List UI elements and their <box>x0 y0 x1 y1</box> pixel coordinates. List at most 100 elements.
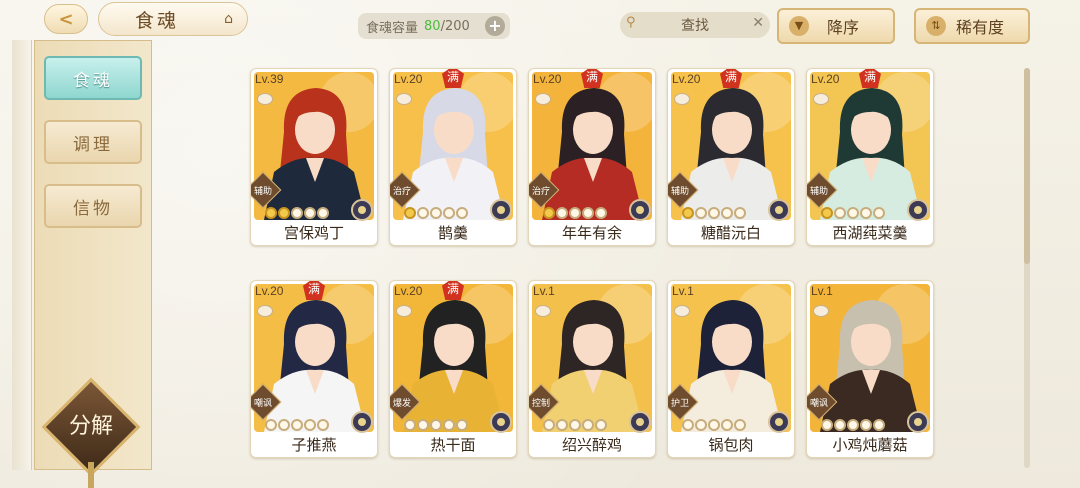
character-level: Lv.20 <box>811 72 840 86</box>
star-empty-icon <box>582 419 594 431</box>
star-filled-icon <box>278 207 290 219</box>
role-label: 治疗 <box>392 187 411 197</box>
eye-icon[interactable] <box>813 93 829 105</box>
star-empty-icon <box>873 419 885 431</box>
back-button[interactable]: < <box>44 4 88 34</box>
search-box[interactable]: ⚲ 查找 ✕ <box>620 12 770 38</box>
clear-search-icon[interactable]: ✕ <box>752 15 764 31</box>
character-card-8[interactable]: Lv.1 控制 绍兴醉鸡 <box>528 280 656 458</box>
eye-icon[interactable] <box>257 93 273 105</box>
star-empty-icon <box>873 207 885 219</box>
star-empty-icon <box>847 207 859 219</box>
home-icon[interactable]: ⌂ <box>224 11 233 27</box>
eye-icon[interactable] <box>396 93 412 105</box>
scrollbar-thumb[interactable] <box>1024 68 1030 264</box>
star-empty-icon <box>304 207 316 219</box>
sort-order-button[interactable]: ▼ 降序 <box>777 8 895 44</box>
star-rating <box>682 419 746 431</box>
sort-key-button[interactable]: ⇅ 稀有度 <box>914 8 1030 44</box>
eye-icon[interactable] <box>257 305 273 317</box>
role-label: 控制 <box>531 399 550 409</box>
expand-capacity-button[interactable]: + <box>485 16 505 36</box>
role-label: 辅助 <box>253 187 272 197</box>
character-name: 宫保鸡丁 <box>283 224 344 242</box>
eye-icon[interactable] <box>535 305 551 317</box>
tab-condition-label: 调理 <box>73 134 113 155</box>
character-card-9[interactable]: Lv.1 护卫 锅包肉 <box>667 280 795 458</box>
character-card-6[interactable]: Lv.20 满 嘲讽 子推燕 <box>250 280 378 458</box>
star-empty-icon <box>847 419 859 431</box>
sort-key-label: 稀有度 <box>956 18 1005 37</box>
star-empty-icon <box>456 419 468 431</box>
element-flower-icon <box>490 411 512 433</box>
star-rating <box>265 419 329 431</box>
character-card-1[interactable]: Lv.39 辅助 宫保鸡丁 <box>250 68 378 246</box>
scroll-rod-decoration <box>12 40 32 470</box>
eye-icon[interactable] <box>813 305 829 317</box>
back-arrow-icon: < <box>58 8 74 30</box>
decompose-label: 分解 <box>68 414 113 439</box>
character-name: 热干面 <box>430 436 476 454</box>
role-label: 辅助 <box>670 187 689 197</box>
star-empty-icon <box>304 419 316 431</box>
star-empty-icon <box>291 207 303 219</box>
tassel-decoration <box>88 462 94 488</box>
eye-icon[interactable] <box>674 93 690 105</box>
character-card-7[interactable]: Lv.20 满 爆发 热干面 <box>389 280 517 458</box>
capacity-total: /200 <box>440 18 470 34</box>
eye-icon[interactable] <box>674 305 690 317</box>
role-label: 嘲讽 <box>253 399 272 409</box>
star-rating <box>404 207 468 219</box>
character-card-2[interactable]: Lv.20 满 治疗 鹊羹 <box>389 68 517 246</box>
capacity-indicator: 食魂容量 80 /200 + <box>358 13 510 39</box>
star-empty-icon <box>317 207 329 219</box>
app-root: < 食魂 ⌂ 食魂容量 80 /200 + ⚲ 查找 ✕ ▼ 降序 ⇅ 稀有度 … <box>0 0 1080 488</box>
star-rating <box>543 419 607 431</box>
character-card-4[interactable]: Lv.20 满 辅助 糖醋沅白 <box>667 68 795 246</box>
eye-icon[interactable] <box>396 305 412 317</box>
star-empty-icon <box>556 419 568 431</box>
star-empty-icon <box>291 419 303 431</box>
star-empty-icon <box>417 207 429 219</box>
maxed-badge: 满 <box>303 281 325 300</box>
page-title-pill: 食魂 ⌂ <box>98 2 248 36</box>
element-flower-icon <box>351 411 373 433</box>
element-flower-icon <box>490 199 512 221</box>
character-name: 锅包肉 <box>708 436 754 454</box>
tab-condition[interactable]: 调理 <box>44 120 142 164</box>
search-input[interactable]: 查找 <box>681 15 709 35</box>
character-name: 西湖莼菜羹 <box>832 224 908 242</box>
character-card-5[interactable]: Lv.20 满 辅助 西湖莼菜羹 <box>806 68 934 246</box>
star-empty-icon <box>569 207 581 219</box>
star-rating <box>821 207 885 219</box>
tab-token[interactable]: 信物 <box>44 184 142 228</box>
character-card-10[interactable]: Lv.1 嘲讽 小鸡炖蘑菇 <box>806 280 934 458</box>
character-name: 绍兴醉鸡 <box>561 436 622 454</box>
star-empty-icon <box>430 419 442 431</box>
character-card-3[interactable]: Lv.20 满 治疗 年年有余 <box>528 68 656 246</box>
star-empty-icon <box>721 419 733 431</box>
star-empty-icon <box>821 419 833 431</box>
sort-toggle-icon: ⇅ <box>926 16 946 36</box>
eye-icon[interactable] <box>535 93 551 105</box>
search-icon: ⚲ <box>626 15 636 30</box>
star-empty-icon <box>695 207 707 219</box>
character-level: Lv.1 <box>811 284 833 298</box>
star-rating <box>265 207 329 219</box>
character-name: 子推燕 <box>291 436 337 454</box>
star-empty-icon <box>708 419 720 431</box>
star-empty-icon <box>556 207 568 219</box>
role-label: 嘲讽 <box>809 399 828 409</box>
star-rating <box>543 207 607 219</box>
star-empty-icon <box>443 419 455 431</box>
star-filled-icon <box>404 207 416 219</box>
role-label: 辅助 <box>809 187 828 197</box>
star-filled-icon <box>543 207 555 219</box>
element-flower-icon <box>907 411 929 433</box>
star-empty-icon <box>456 207 468 219</box>
tab-soul[interactable]: 食魂 <box>44 56 142 100</box>
capacity-label: 食魂容量 <box>366 20 419 36</box>
star-empty-icon <box>595 207 607 219</box>
page-title: 食魂 <box>135 9 180 32</box>
tab-soul-label: 食魂 <box>73 70 113 91</box>
